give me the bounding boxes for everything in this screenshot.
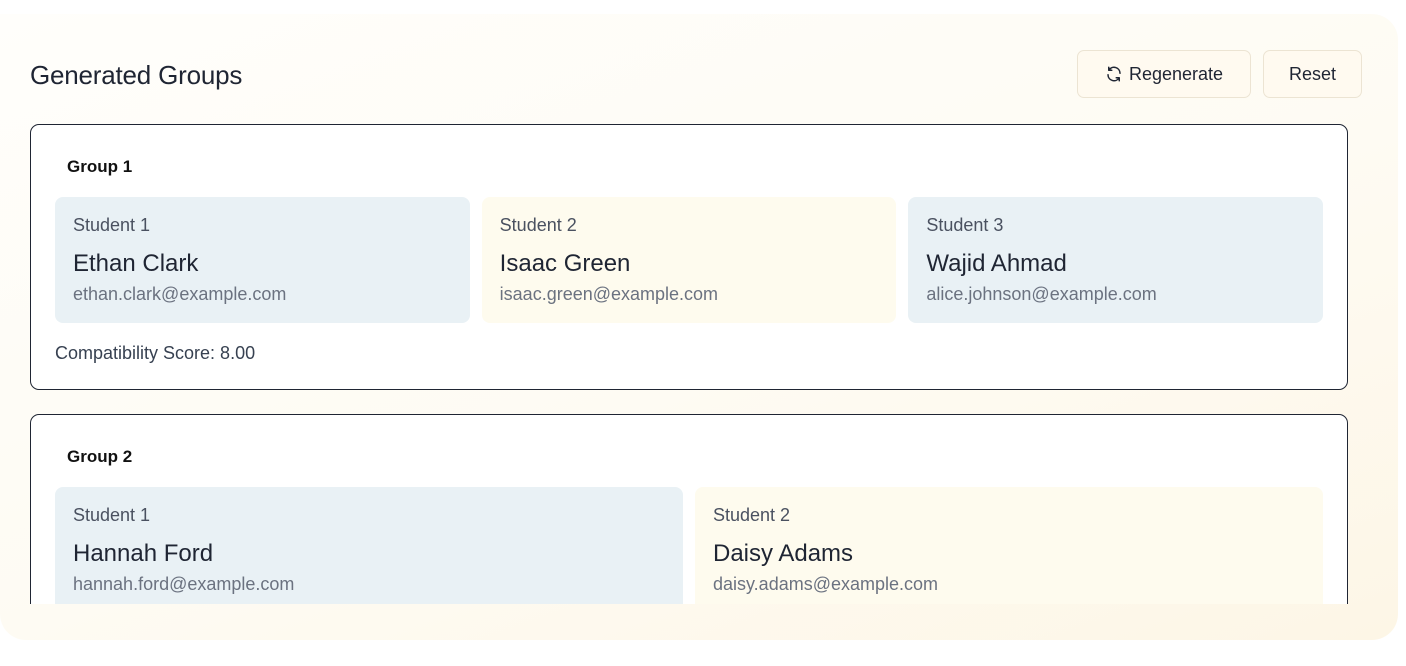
group-card: Group 2 Student 1 Hannah Ford hannah.for… xyxy=(30,414,1348,604)
student-email: ethan.clark@example.com xyxy=(73,284,287,304)
student-card: Student 3 Wajid Ahmad alice.johnson@exam… xyxy=(908,197,1324,323)
page-title: Generated Groups xyxy=(30,60,243,90)
student-row: Student 1 Hannah Ford hannah.ford@exampl… xyxy=(55,487,1323,604)
groups-panel: Generated Groups Regenerate Reset Group … xyxy=(0,14,1398,640)
student-email: hannah.ford@example.com xyxy=(73,574,295,594)
student-label: Student 2 xyxy=(499,215,577,235)
student-card: Student 1 Hannah Ford hannah.ford@exampl… xyxy=(55,487,683,604)
student-label: Student 1 xyxy=(73,215,151,235)
compatibility-score: Compatibility Score: 8.00 xyxy=(55,343,256,363)
refresh-icon xyxy=(1105,65,1123,83)
student-name: Daisy Adams xyxy=(713,540,854,567)
regenerate-label: Regenerate xyxy=(1128,63,1224,84)
student-card: Student 2 Daisy Adams daisy.adams@exampl… xyxy=(695,487,1323,604)
student-label: Student 1 xyxy=(73,505,151,525)
student-name: Ethan Clark xyxy=(73,250,199,277)
student-email: isaac.green@example.com xyxy=(499,284,719,304)
header: Generated Groups Regenerate Reset xyxy=(30,50,1362,100)
group-title: Group 1 xyxy=(67,157,133,176)
student-name: Hannah Ford xyxy=(73,540,214,567)
group-title: Group 2 xyxy=(67,447,133,466)
student-name: Isaac Green xyxy=(499,250,631,277)
regenerate-button[interactable]: Regenerate xyxy=(1077,50,1251,98)
student-name: Wajid Ahmad xyxy=(926,250,1067,277)
student-label: Student 2 xyxy=(713,505,791,525)
student-email: daisy.adams@example.com xyxy=(713,574,939,594)
student-label: Student 3 xyxy=(926,215,1004,235)
student-row: Student 1 Ethan Clark ethan.clark@exampl… xyxy=(55,197,1324,323)
groups-list[interactable]: Group 1 Student 1 Ethan Clark ethan.clar… xyxy=(30,124,1360,604)
student-email: alice.johnson@example.com xyxy=(926,284,1157,304)
student-card: Student 1 Ethan Clark ethan.clark@exampl… xyxy=(55,197,470,323)
student-card: Student 2 Isaac Green isaac.green@exampl… xyxy=(481,197,897,323)
group-card: Group 1 Student 1 Ethan Clark ethan.clar… xyxy=(30,124,1348,390)
reset-button[interactable]: Reset xyxy=(1263,50,1362,98)
